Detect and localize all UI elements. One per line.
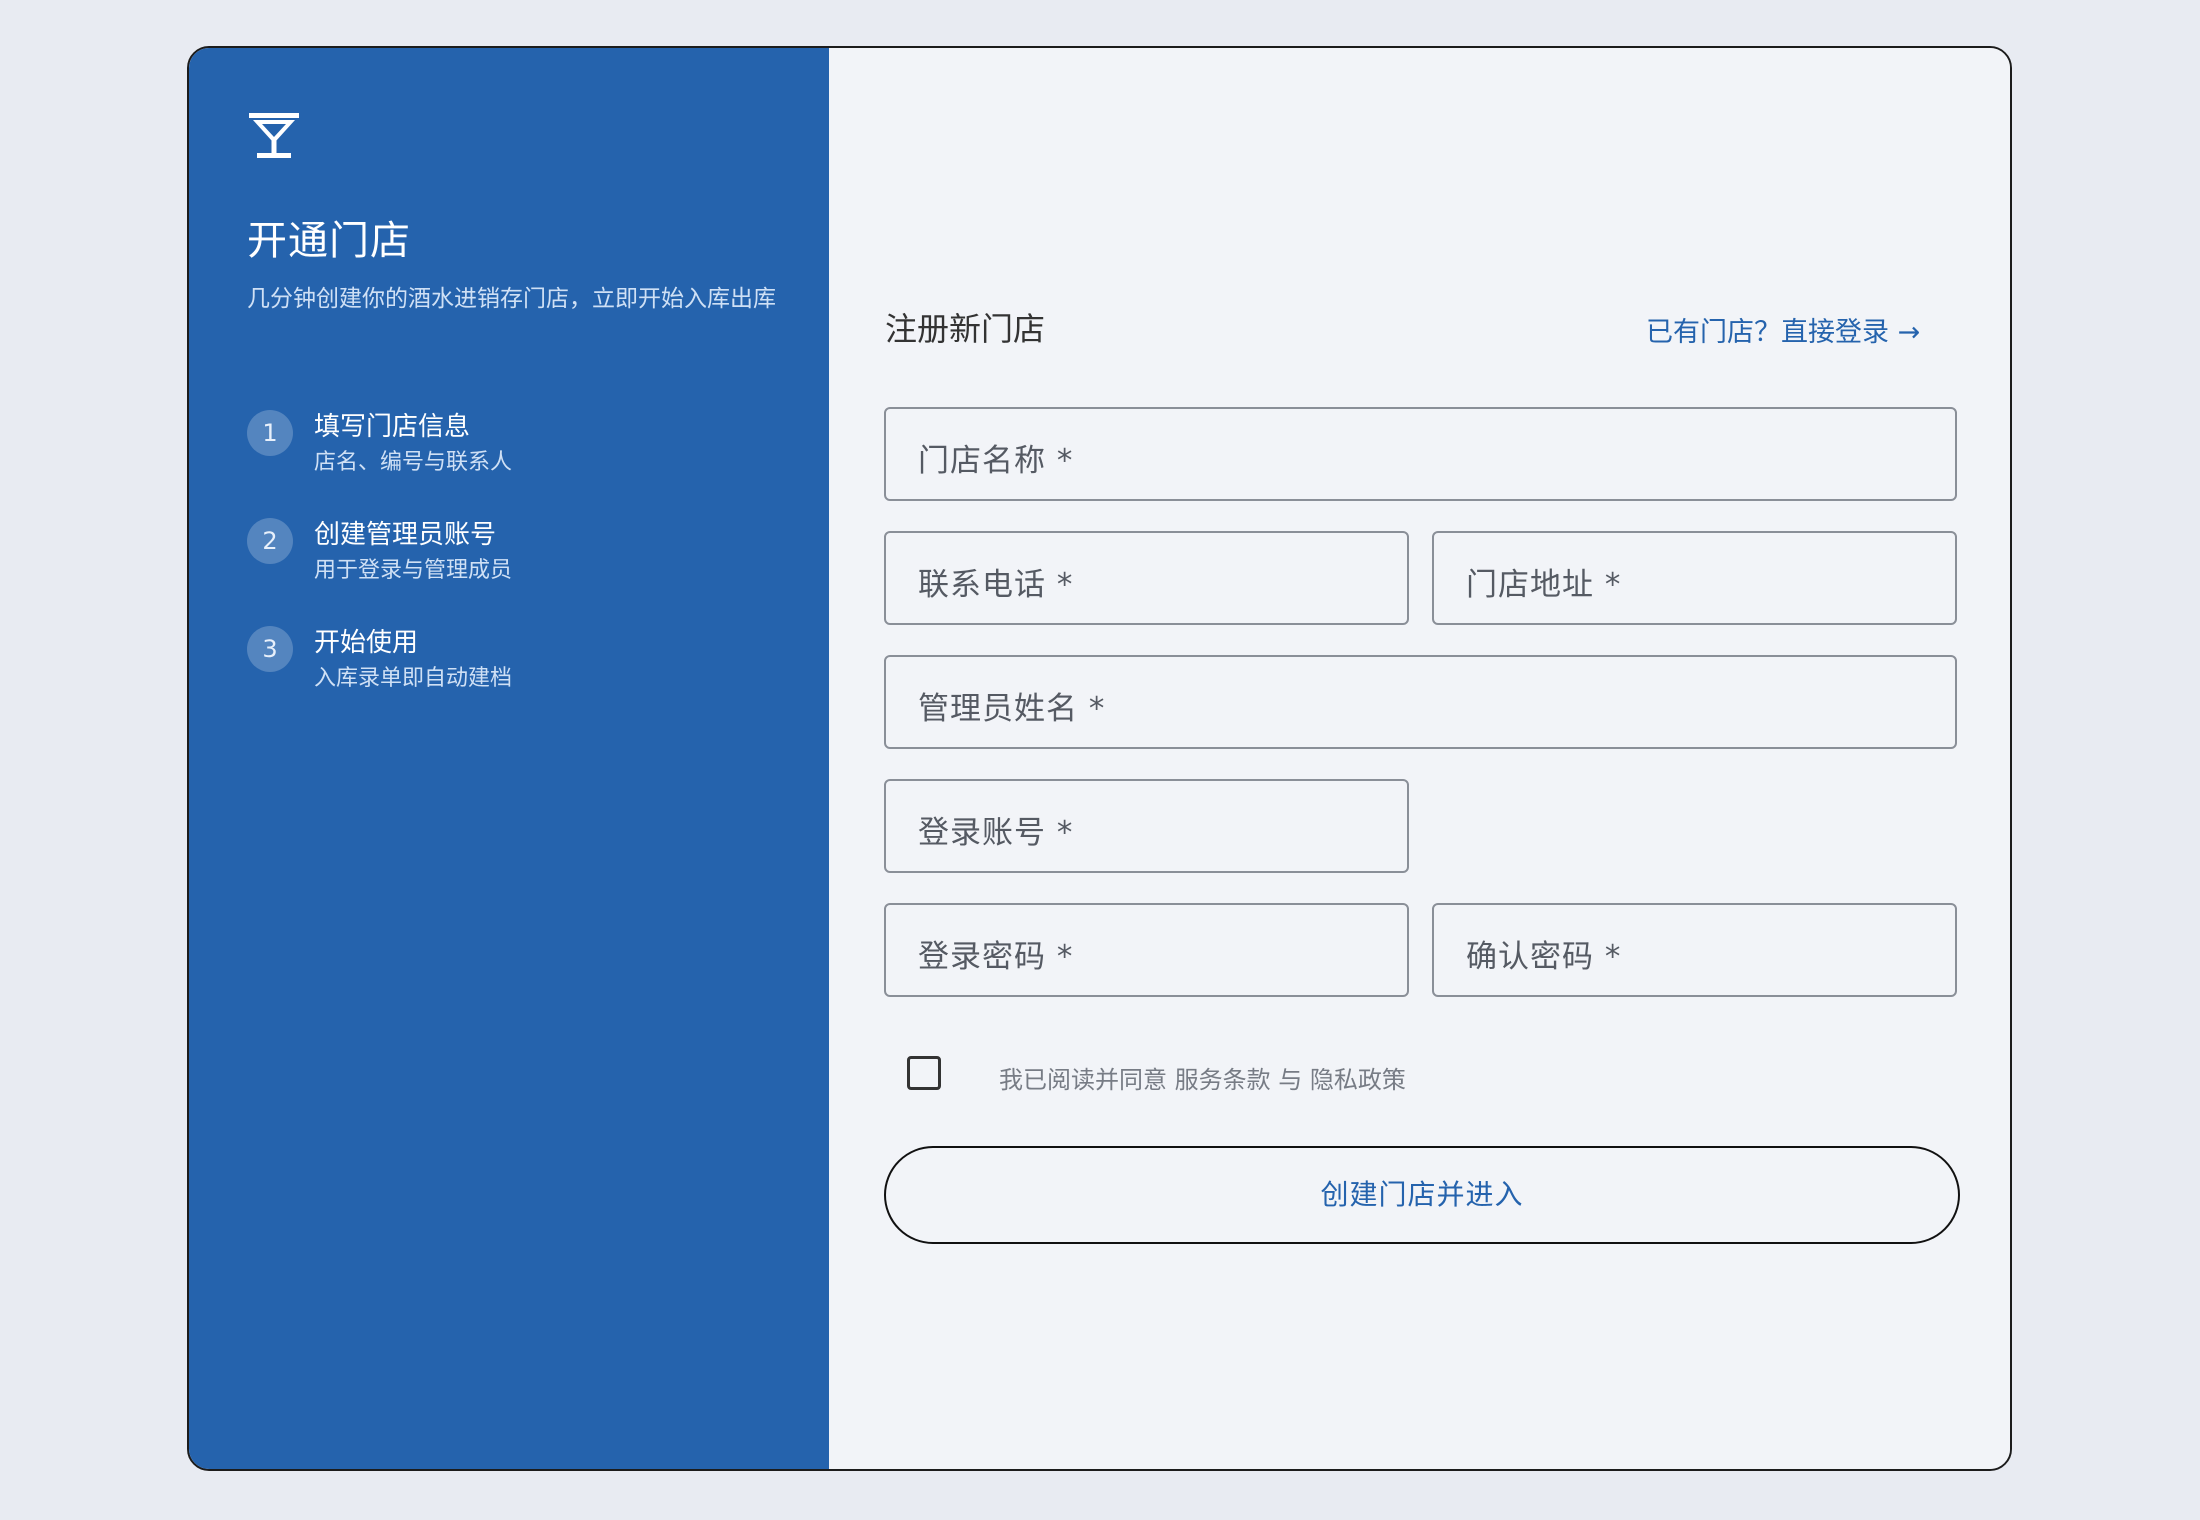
password-label: 登录密码 * <box>918 939 1074 975</box>
store-name-label: 门店名称 * <box>918 443 1074 479</box>
phone-field[interactable]: 联系电话 * <box>884 531 1409 625</box>
page-subtitle: 几分钟创建你的酒水进销存门店，立即开始入库出库 <box>247 286 776 312</box>
step-number: 2 <box>247 518 293 564</box>
registration-card: 开通门店 几分钟创建你的酒水进销存门店，立即开始入库出库 1 填写门店信息 店名… <box>187 46 2012 1471</box>
step-number: 1 <box>247 410 293 456</box>
form-title: 注册新门店 <box>885 310 1046 348</box>
step-title: 开始使用 <box>314 628 419 658</box>
intro-panel: 开通门店 几分钟创建你的酒水进销存门店，立即开始入库出库 1 填写门店信息 店名… <box>189 48 829 1469</box>
address-field[interactable]: 门店地址 * <box>1432 531 1957 625</box>
confirm-password-field[interactable]: 确认密码 * <box>1432 903 1957 997</box>
address-label: 门店地址 * <box>1466 567 1622 603</box>
admin-name-label: 管理员姓名 * <box>918 691 1106 727</box>
step-title: 填写门店信息 <box>314 412 471 442</box>
step-title: 创建管理员账号 <box>314 520 497 550</box>
form-panel: 注册新门店 已有门店？直接登录 → 门店名称 * 联系电话 * 门店地址 * 管… <box>829 48 2010 1469</box>
step-description: 入库录单即自动建档 <box>314 666 513 691</box>
agree-label[interactable]: 我已阅读并同意 服务条款 与 隐私政策 <box>999 1060 1406 1095</box>
step-number: 3 <box>247 626 293 672</box>
step-description: 用于登录与管理成员 <box>314 558 513 583</box>
phone-label: 联系电话 * <box>918 567 1074 603</box>
login-link[interactable]: 已有门店？直接登录 → <box>1646 310 1920 349</box>
password-field[interactable]: 登录密码 * <box>884 903 1409 997</box>
confirm-password-label: 确认密码 * <box>1466 939 1622 975</box>
page-title: 开通门店 <box>247 218 411 264</box>
admin-name-field[interactable]: 管理员姓名 * <box>884 655 1957 749</box>
agree-checkbox[interactable] <box>907 1056 941 1090</box>
login-account-field[interactable]: 登录账号 * <box>884 779 1409 873</box>
store-name-field[interactable]: 门店名称 * <box>884 407 1957 501</box>
login-account-label: 登录账号 * <box>918 815 1074 851</box>
create-store-button[interactable]: 创建门店并进入 <box>884 1146 1960 1244</box>
step-description: 店名、编号与联系人 <box>314 450 513 475</box>
cocktail-glass-icon <box>249 113 299 158</box>
